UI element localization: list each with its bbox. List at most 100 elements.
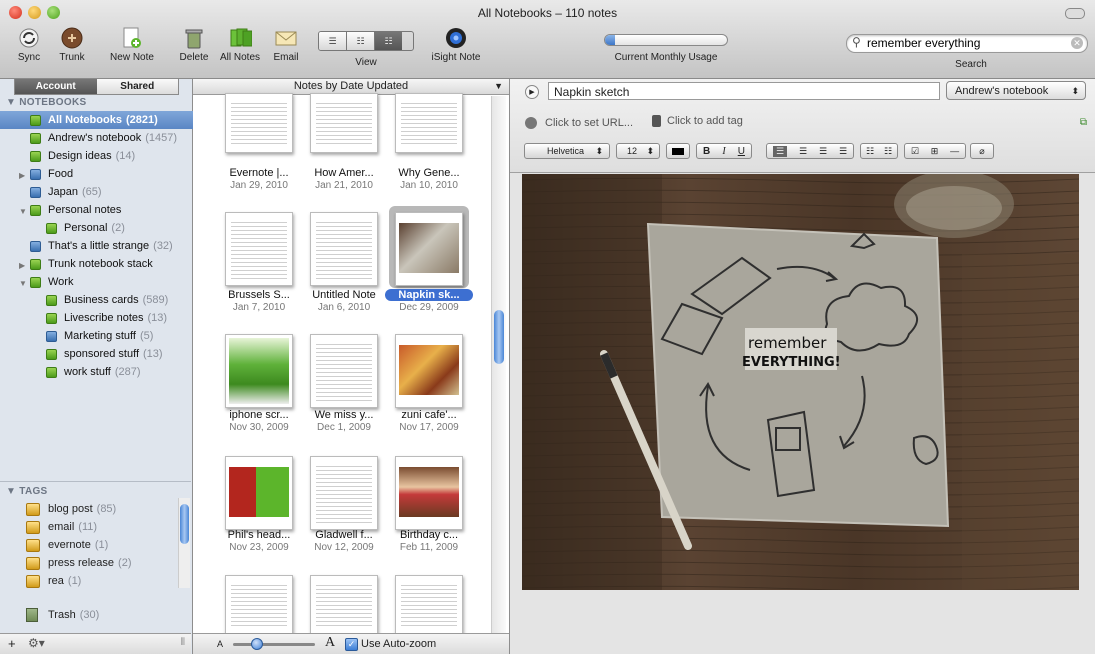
notes-scroll-knob[interactable] (494, 310, 504, 364)
notes-list-panel: Notes by Date Updated ▼ Evernote |... Jan … (193, 79, 510, 654)
trunk-button[interactable]: Trunk (54, 26, 90, 63)
isight-note-button[interactable]: iSight Note (426, 26, 486, 63)
sidebar-item-all-notebooks[interactable]: All Notebooks (2821) (0, 111, 221, 129)
tag-item-press-release[interactable]: press release (2) (26, 554, 132, 572)
note-title[interactable]: Napkin sk... (385, 289, 473, 301)
note-thumbnail[interactable] (395, 334, 463, 408)
all-notes-button[interactable]: All Notes (216, 26, 264, 63)
note-thumbnail[interactable] (225, 334, 293, 408)
align-center-icon[interactable]: ☰ (799, 146, 807, 157)
note-title[interactable]: Birthday c... (385, 529, 473, 541)
note-thumbnail[interactable] (395, 93, 463, 153)
note-title-field[interactable]: Napkin sketch (548, 82, 940, 100)
note-preview-text (231, 219, 287, 279)
note-thumbnail[interactable] (310, 212, 378, 286)
note-thumbnail[interactable] (310, 575, 378, 635)
zoom-slider[interactable] (233, 638, 315, 650)
sidebar-item-personal-notes[interactable]: Personal notes (0, 201, 221, 219)
sort-menu-icon[interactable]: ▼ (494, 79, 503, 94)
play-icon[interactable]: ▶ (525, 85, 539, 99)
note-thumbnail[interactable] (310, 334, 378, 408)
font-select-arrows-icon: ⬍ (595, 145, 603, 156)
tag-field[interactable]: Click to add tag (667, 115, 743, 127)
note-title[interactable]: iphone scr... (215, 409, 303, 421)
sync-button[interactable]: Sync (14, 26, 44, 63)
email-button[interactable]: Email (270, 26, 302, 63)
notes-scrollbar[interactable] (491, 96, 506, 636)
numbered-list-icon[interactable]: ☷ (884, 146, 892, 157)
align-justify-icon[interactable]: ☰ (839, 146, 847, 157)
checkbox-icon[interactable]: ☑ (911, 146, 919, 157)
table-icon[interactable]: ⊞ (931, 146, 939, 157)
clear-search-icon[interactable]: ✕ (1071, 37, 1083, 49)
note-thumbnail[interactable] (395, 456, 463, 530)
note-thumbnail[interactable] (225, 93, 293, 153)
add-notebook-button[interactable]: + (8, 636, 16, 651)
tag-item-evernote[interactable]: evernote (1) (26, 536, 108, 554)
note-title[interactable]: Phil's head... (215, 529, 303, 541)
attach-button[interactable]: ⌀ (970, 143, 994, 159)
auto-zoom-checkbox[interactable]: ✓ (345, 638, 358, 651)
toolbar-toggle-button[interactable] (1065, 8, 1085, 19)
tag-item-rea[interactable]: rea (1) (26, 572, 81, 590)
note-title[interactable]: zuni cafe'... (385, 409, 473, 421)
evernote-window: All Notebooks – 110 notes Sync Trunk New… (0, 0, 1095, 654)
note-title[interactable]: Brussels S... (215, 289, 303, 301)
bold-button[interactable]: B (703, 146, 710, 157)
underline-button[interactable]: U (738, 146, 745, 157)
search-input[interactable] (867, 36, 1067, 50)
sidebar-item-work[interactable]: Work (0, 273, 221, 291)
url-field[interactable]: Click to set URL... (545, 117, 633, 129)
sidebar-item-andrews-notebook[interactable]: Andrew's notebook (1457) (0, 129, 221, 147)
trash-item[interactable]: Trash (30) (26, 608, 99, 622)
notebook-icon (46, 222, 57, 234)
tab-account[interactable]: Account (15, 79, 97, 94)
notebook-select[interactable]: Andrew's notebook ⬍ (946, 81, 1086, 100)
sidebar-item-design-ideas[interactable]: Design ideas (14) (0, 147, 221, 165)
text-color-button[interactable] (666, 143, 690, 159)
note-thumbnail[interactable] (225, 575, 293, 635)
note-thumbnail[interactable] (225, 212, 293, 286)
note-title[interactable]: Untitled Note (300, 289, 388, 301)
notebooks-header[interactable]: ▼ NOTEBOOKS (6, 97, 86, 108)
note-title[interactable]: Gladwell f... (300, 529, 388, 541)
resize-handle-icon[interactable]: ⦀ (181, 637, 185, 648)
tags-scrollbar[interactable] (178, 498, 190, 588)
note-title[interactable]: How Amer... (300, 167, 388, 179)
note-thumbnail[interactable] (310, 93, 378, 153)
note-date: Nov 30, 2009 (229, 422, 289, 433)
note-thumbnail[interactable] (310, 456, 378, 530)
bullet-list-icon[interactable]: ☷ (866, 146, 874, 157)
notebook-icon (46, 366, 57, 378)
note-title[interactable]: We miss y... (300, 409, 388, 421)
tag-item-blog-post[interactable]: blog post (85) (26, 500, 116, 518)
sidebar-item-thats-a-little-strange[interactable]: That's a little strange (32) (0, 237, 221, 255)
align-right-icon[interactable]: ☰ (819, 146, 827, 157)
zoom-slider-knob[interactable] (251, 638, 263, 650)
thumbnail-view-button[interactable]: ☷ (375, 32, 402, 50)
delete-button[interactable]: Delete (176, 26, 212, 63)
italic-button[interactable]: I (722, 146, 725, 157)
sidebar-item-japan[interactable]: Japan (65) (0, 183, 221, 201)
tags-scroll-knob[interactable] (180, 504, 189, 544)
sidebar-item-trunk-notebook-stack[interactable]: Trunk notebook stack (0, 255, 221, 273)
align-left-icon[interactable]: ☰ (772, 145, 788, 157)
note-title[interactable]: Evernote |... (215, 167, 303, 179)
tag-item-email[interactable]: email (11) (26, 518, 97, 536)
horizontal-rule-icon[interactable]: — (950, 146, 959, 156)
view-label: View (355, 57, 377, 68)
info-icon[interactable]: ⧉ (1080, 117, 1087, 128)
new-note-button[interactable]: New Note (106, 26, 158, 63)
gear-icon[interactable]: ⚙▾ (28, 636, 45, 650)
note-thumbnail[interactable] (395, 575, 463, 635)
sidebar-item-food[interactable]: Food (0, 165, 221, 183)
snippet-view-button[interactable]: ☷ (347, 32, 375, 50)
tags-header[interactable]: ▼ TAGS (6, 486, 48, 497)
note-title[interactable]: Why Gene... (385, 167, 473, 179)
tab-shared[interactable]: Shared (96, 79, 178, 94)
note-thumbnail[interactable] (395, 212, 463, 286)
note-thumbnail[interactable] (225, 456, 293, 530)
font-size-select[interactable]: 12 ⬍ (616, 143, 660, 159)
list-view-button[interactable]: ☰ (319, 32, 347, 50)
font-select[interactable]: Helvetica ⬍ (524, 143, 610, 159)
